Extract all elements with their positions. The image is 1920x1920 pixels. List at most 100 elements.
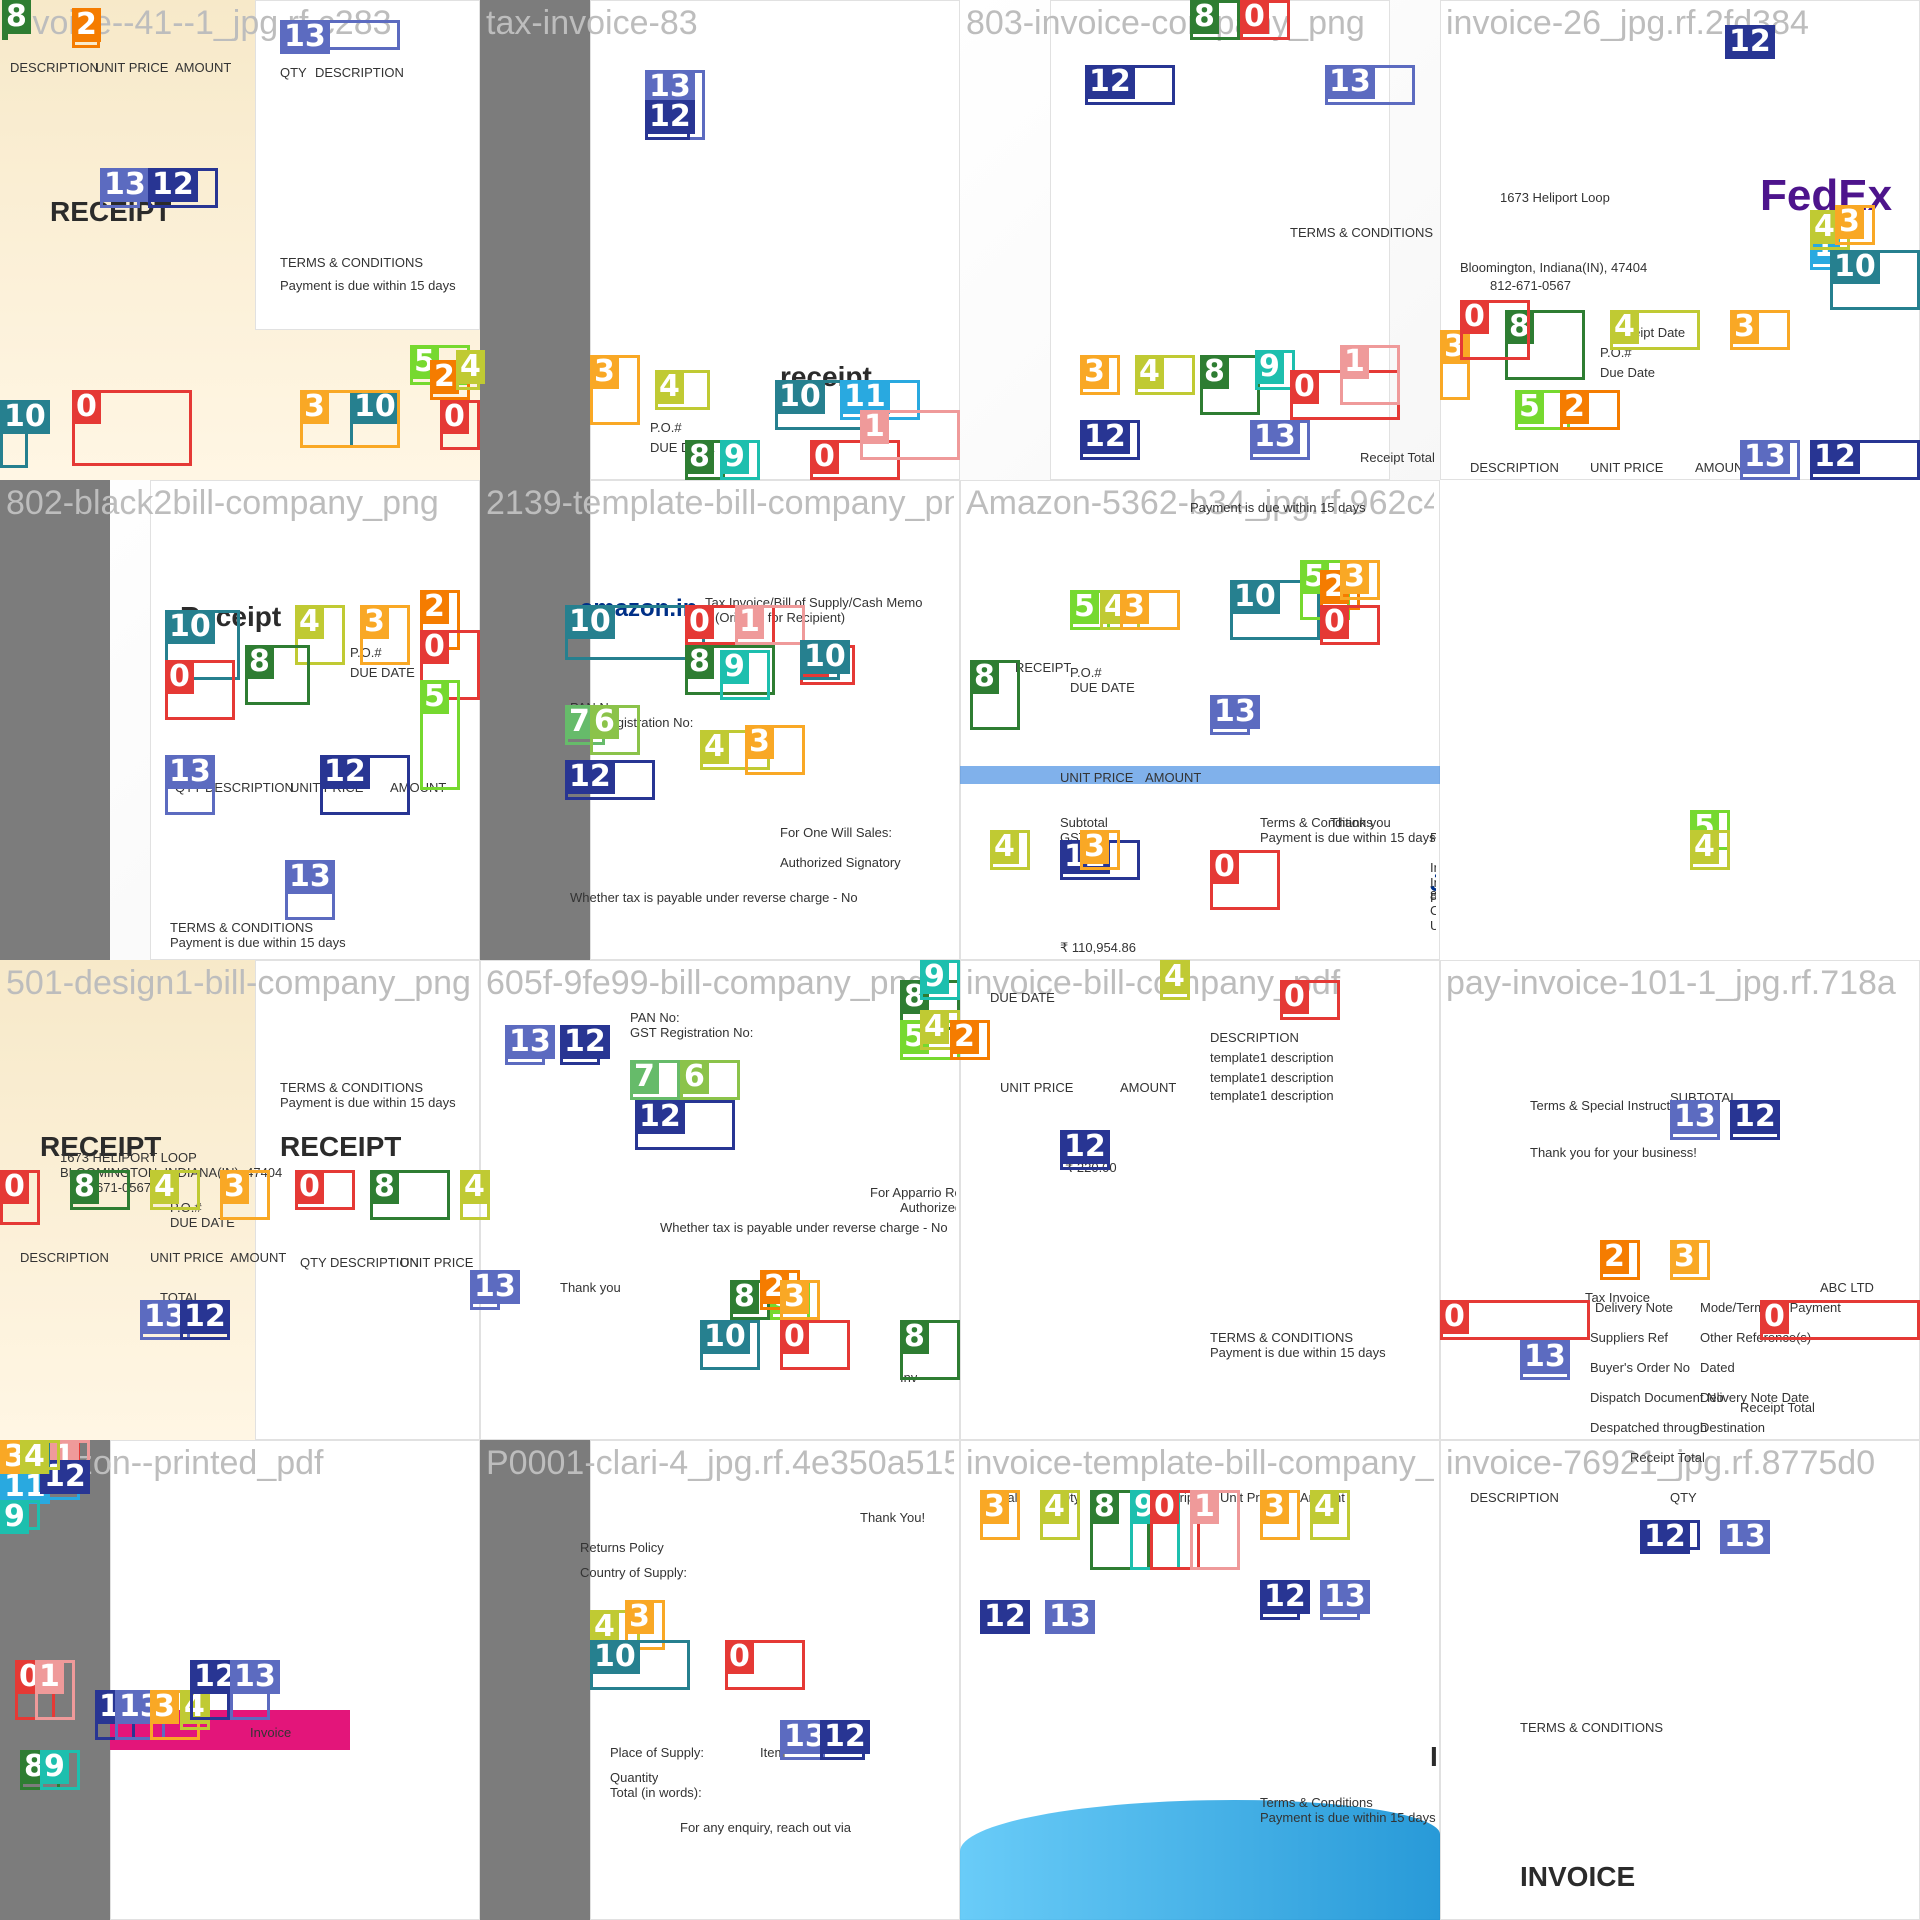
annotation-class-label: 0 <box>1210 850 1239 884</box>
annotation-class-label: 0 <box>1760 1300 1789 1334</box>
document-text: Payment is due within 15 days <box>1260 1810 1436 1825</box>
annotation-class-label: 13 <box>1320 1580 1370 1614</box>
annotation-class-label: 12 <box>1810 440 1860 474</box>
annotation-class-label: 1 <box>1340 345 1369 379</box>
document-text: Bloomington, Indiana(IN), 47404 <box>1460 260 1648 275</box>
annotation-class-label: 0 <box>440 400 469 434</box>
document-text: P.O.# <box>1070 665 1102 680</box>
document-text: UNIT PRICE <box>150 1250 224 1265</box>
tile-6: Amazon-5362-b34_jpg.rf.962c47b5c1d05f33d… <box>960 480 1440 960</box>
annotation-class-label: 9 <box>1255 350 1284 384</box>
tile-filename: 802-black2bill-company_png <box>6 484 439 522</box>
annotation-class-label: 3 <box>1080 355 1109 389</box>
document-text: Thank You! <box>860 1510 926 1525</box>
annotation-class-label: 12 <box>565 760 615 794</box>
annotation-class-label: 8 <box>730 1280 759 1314</box>
document-text: Terms & Conditions <box>1260 1795 1373 1810</box>
annotation-class-label: 4 <box>295 605 324 639</box>
document-text: Payment is due within 15 days <box>1260 830 1436 845</box>
document-text: TERMS & CONDITIONS <box>1210 1330 1354 1345</box>
document-text: GST Registration No: <box>630 1025 754 1040</box>
document-text: RECEIPT <box>1015 660 1072 675</box>
annotation-class-label: 4 <box>1040 1490 1069 1524</box>
image-mosaic: invoice--41--1_jpg.rf.c283 DESCRIPTION UNI… <box>0 0 1920 1920</box>
document-text: Country of Supply: <box>580 1565 687 1580</box>
document-text: QTY <box>1670 1490 1697 1505</box>
annotation-class-label: 8 <box>1090 1490 1119 1524</box>
document-text: RECEIPT <box>280 1131 402 1162</box>
tile-4: 802-black2bill-company_png Receipt P.O.# DU… <box>0 480 480 960</box>
document-text: For any enquiry, reach out via <box>680 1820 852 1835</box>
document-text: Payment is due within 15 days <box>280 278 456 293</box>
annotation-class-label: 0 <box>0 1170 29 1204</box>
document-text: Receipt Total <box>1740 1400 1815 1415</box>
tile-filename: 605f-9fe99-bill-company_png <box>486 964 927 1002</box>
annotation-class-label: 9 <box>920 960 949 994</box>
document-paper <box>960 480 1440 960</box>
annotation-class-label: 10 <box>1830 250 1880 284</box>
annotation-class-label: 2 <box>430 360 459 394</box>
annotation-class-label: 8 <box>370 1170 399 1204</box>
document-text: DESCRIPTION <box>1470 1490 1559 1505</box>
document-text: UNIT PRICE <box>400 1255 474 1270</box>
annotation-class-label: 13 <box>1720 1520 1770 1554</box>
document-text: Quantity <box>610 1770 659 1785</box>
document-text: Thank you <box>1330 815 1391 830</box>
annotation-class-label: 12 <box>635 1100 685 1134</box>
annotation-class-label: 3 <box>1730 310 1759 344</box>
annotation-class-label: 8 <box>245 645 274 679</box>
annotation-class-label: 12 <box>1725 25 1775 59</box>
gray-margin <box>0 480 110 960</box>
annotation-class-label: 5 <box>1515 390 1544 424</box>
annotation-class-label: 4 <box>1610 310 1639 344</box>
document-text: Returns Policy <box>580 1540 664 1555</box>
tile-7 <box>1440 480 1920 960</box>
document-text: Dated <box>1700 1360 1735 1375</box>
document-text: AMOUNT <box>230 1250 287 1265</box>
annotation-class-label: 4 <box>1690 830 1719 864</box>
annotation-class-label: 10 <box>775 380 825 414</box>
document-text: Payment is due within 15 days <box>170 935 346 950</box>
annotation-class-label: 3 <box>150 1690 179 1724</box>
annotation-class-label: 9 <box>0 1500 29 1534</box>
annotation-class-label: 0 <box>1290 370 1319 404</box>
annotation-class-label: 4 <box>456 350 485 384</box>
document-text: DUE DATE <box>1070 680 1135 695</box>
document-text: UNIT PRICE <box>1000 1080 1074 1095</box>
annotation-class-label: 4 <box>1135 355 1164 389</box>
annotation-class-label: 12 <box>1060 1130 1110 1164</box>
document-text: QTY <box>300 1255 327 1270</box>
annotation-class-label: 0 <box>165 660 194 694</box>
annotation-class-label: 12 <box>820 1720 870 1754</box>
annotation-class-label: 0 <box>72 390 101 424</box>
annotation-class-label: 3 <box>1080 830 1109 864</box>
document-text: DESCRIPTION <box>10 60 99 75</box>
annotation-class-label: 3 <box>745 725 774 759</box>
annotation-class-label: 7 <box>630 1060 659 1094</box>
document-text: Whether tax is payable under reverse cha… <box>570 890 858 905</box>
document-text: Total (in words): <box>610 1785 702 1800</box>
annotation-class-label: 4 <box>20 1440 49 1474</box>
annotation-class-label: 3 <box>980 1490 1009 1524</box>
annotation-class-label: 12 <box>148 168 198 202</box>
annotation-class-label: 0 <box>1320 605 1349 639</box>
tile-filename: invoice-26_jpg.rf.2fd384 <box>1446 4 1809 42</box>
tile-13: P0001-clari-4_jpg.rf.4e350a515 Thank You!… <box>480 1440 960 1920</box>
document-text: UNIT PRICE <box>1590 460 1664 475</box>
document-text: DESCRIPTION <box>315 65 404 80</box>
annotation-class-label: 2 <box>1600 1240 1629 1274</box>
document-text: DUE DATE <box>990 990 1055 1005</box>
annotation-class-label: 3 <box>780 1280 809 1314</box>
annotation-class-label: 6 <box>680 1060 709 1094</box>
annotation-class-label: 2 <box>950 1020 979 1054</box>
annotation-class-label: 4 <box>990 830 1019 864</box>
annotation-class-label: 10 <box>590 1640 640 1674</box>
annotation-class-label: 10 <box>0 400 50 434</box>
annotation-class-label: 9 <box>720 440 749 474</box>
tile-5: 2139-template-bill-company_png amazon.in T… <box>480 480 960 960</box>
annotation-class-label: 0 <box>1280 980 1309 1014</box>
tile-filename: P0001-clari-4_jpg.rf.4e350a515 <box>486 1444 954 1482</box>
document-text: DESCRIPTION <box>1470 460 1559 475</box>
annotation-class-label: 13 <box>505 1025 555 1059</box>
annotation-class-label: 3 <box>360 605 389 639</box>
